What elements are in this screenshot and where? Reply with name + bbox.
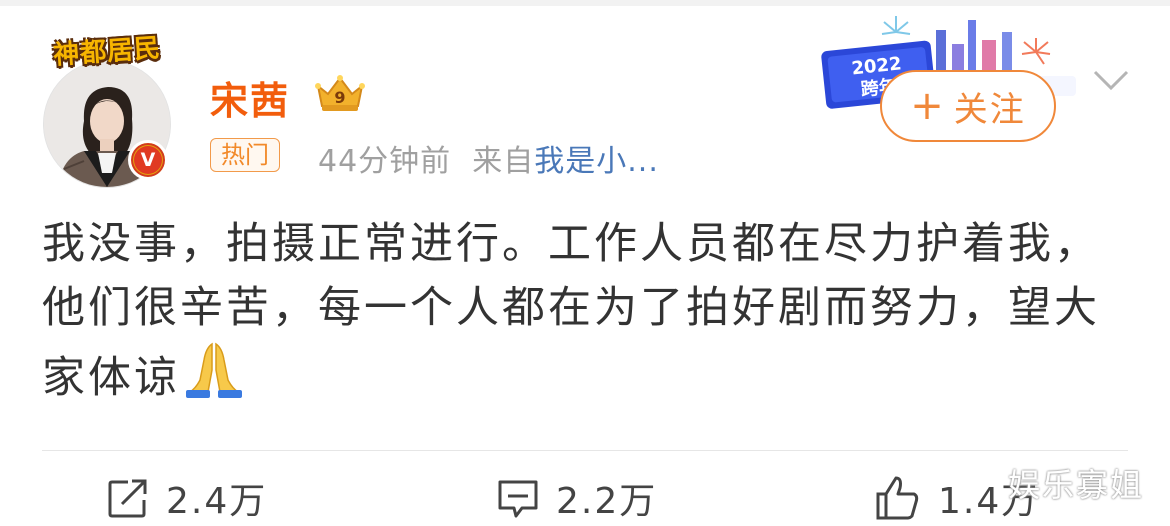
action-divider — [42, 450, 1128, 451]
plus-icon: + — [910, 83, 946, 129]
comment-count: 2.2万 — [556, 481, 658, 522]
thumbs-up-icon — [876, 476, 919, 520]
fan-badge: 神都居民 — [52, 32, 163, 71]
watermark: 娱乐寡姐 — [1008, 466, 1145, 504]
follow-label: 关注 — [953, 89, 1026, 130]
follow-button[interactable]: + 关注 — [880, 70, 1056, 142]
comment-icon — [498, 480, 538, 518]
top-divider — [0, 0, 1170, 6]
member-level: 9 — [334, 88, 345, 107]
repost-count: 2.4万 — [166, 481, 268, 522]
username-link[interactable]: 宋茜 — [210, 70, 290, 125]
hot-tag: 热门 — [210, 138, 280, 172]
post-content: 我没事，拍摄正常进行。工作人员都在尽力护着我，他们很辛苦，每一个人都在为了拍好剧… — [42, 212, 1112, 418]
source-link[interactable]: 我是小... — [534, 144, 659, 179]
comment-button[interactable]: 2.2万 — [496, 470, 657, 526]
post-meta: 44分钟前 来自我是小... — [318, 136, 659, 180]
repost-button[interactable]: 2.4万 — [106, 470, 267, 526]
repost-icon — [108, 479, 147, 518]
chevron-down-icon[interactable] — [1093, 68, 1129, 92]
post-time: 44分钟前 — [318, 144, 452, 179]
source-prefix: 来自 — [472, 144, 535, 179]
member-crown-icon: 9 — [315, 75, 365, 111]
verified-badge-icon: V — [128, 140, 168, 180]
folded-hands-icon — [182, 340, 246, 418]
